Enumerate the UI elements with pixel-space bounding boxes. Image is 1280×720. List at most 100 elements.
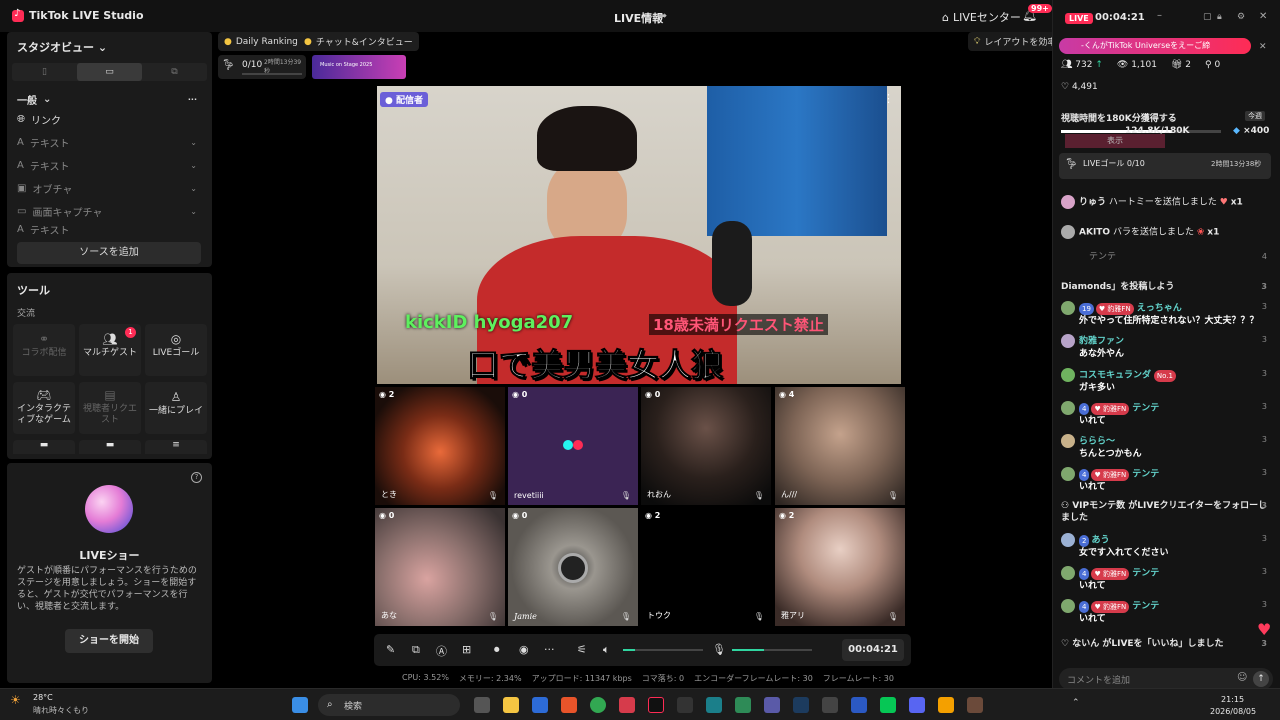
chat-line[interactable]: 2 あう 女です入れてください 3 bbox=[1061, 533, 1271, 559]
split-icon[interactable]: ⧉ bbox=[142, 63, 207, 81]
mic-icon[interactable]: 🎙︎ bbox=[712, 643, 726, 656]
chevron-down-icon[interactable]: ⌄ bbox=[190, 138, 197, 147]
search-box[interactable]: ⌕ 検索 bbox=[318, 694, 460, 716]
chevron-down-icon[interactable]: ⌄ bbox=[190, 184, 197, 193]
share-icon[interactable]: ➦ bbox=[658, 9, 667, 22]
help-icon[interactable]: ? bbox=[191, 472, 202, 483]
volume-icon[interactable]: 🔈︎ bbox=[603, 643, 610, 657]
guest-tile[interactable]: ◉ 2 とき 🎙︎ bbox=[375, 387, 505, 505]
tiktok-icon[interactable] bbox=[648, 697, 664, 713]
more-icon[interactable]: ··· bbox=[544, 643, 555, 656]
more-vertical-icon[interactable]: ⋮ bbox=[883, 92, 894, 105]
app-icon[interactable] bbox=[677, 697, 693, 713]
magic-wand-icon[interactable]: ✎ bbox=[386, 643, 395, 656]
lock-icon[interactable]: 🔒︎ bbox=[1217, 12, 1222, 22]
source-screen-capture[interactable]: ▭ 画面キャプチャ ⌄ bbox=[17, 204, 197, 219]
target-icon[interactable]: ◉ bbox=[519, 643, 529, 656]
app-icon[interactable] bbox=[764, 697, 780, 713]
windows-start-icon[interactable] bbox=[292, 697, 308, 713]
portrait-icon[interactable]: ▯ bbox=[12, 63, 77, 81]
send-icon[interactable]: ↑ bbox=[1253, 671, 1269, 687]
host-video[interactable]: ● 配信者 ⋮ kickID hyoga207 18歳未満リクエスト禁止 口で美… bbox=[377, 86, 901, 384]
chat-line[interactable]: 豹雅ファン あな外やん 3 bbox=[1061, 334, 1271, 360]
add-source-button[interactable]: ソースを追加 bbox=[17, 242, 201, 264]
source-link[interactable]: 🌐︎ リンク bbox=[17, 112, 197, 127]
viewers-count[interactable]: 👥︎ 732 ↑ bbox=[1061, 60, 1103, 70]
chat-line[interactable]: 4 ♥ 豹雅FN テンテ いれて 3 bbox=[1061, 467, 1271, 493]
close-icon[interactable]: ✕ bbox=[1259, 11, 1267, 22]
chevron-down-icon[interactable]: ⌄ bbox=[190, 161, 197, 170]
more-tile-2[interactable]: ▬ bbox=[79, 440, 141, 454]
app-icon[interactable] bbox=[822, 697, 838, 713]
likes-count[interactable]: ♡ 4,491 bbox=[1061, 82, 1098, 92]
multi-guest-tile[interactable]: 👥︎ マルチゲスト 1 bbox=[79, 324, 141, 376]
guest-tile[interactable]: ◉ 0 れおん 🎙︎ bbox=[641, 387, 771, 505]
viewer-request-tile[interactable]: ▤ 視聴者リクエスト bbox=[79, 382, 141, 434]
equalizer-icon[interactable]: ⚟ bbox=[577, 643, 587, 656]
live-info-button[interactable]: LIVE情報 bbox=[614, 10, 663, 26]
chat-gift-line[interactable]: りゅう ハートミーを送信しました ♥ x1 bbox=[1061, 195, 1271, 209]
chat-line[interactable]: 4 ♥ 豹雅FN テンテ いれて 3 bbox=[1061, 599, 1271, 625]
tray-chevron-icon[interactable]: ⌃ bbox=[1072, 698, 1080, 708]
add-scene-icon[interactable]: ⊞ bbox=[462, 643, 471, 656]
source-text-3[interactable]: A テキスト bbox=[17, 225, 197, 234]
app-icon[interactable] bbox=[735, 697, 751, 713]
shares-count[interactable]: ⚲ 0 bbox=[1205, 60, 1220, 70]
chat-line[interactable]: コスモキュランダ No.1 ガキ多い 3 bbox=[1061, 368, 1271, 394]
mic-icon[interactable]: 🎙︎ bbox=[754, 612, 764, 621]
volume-slider[interactable] bbox=[623, 649, 703, 651]
landscape-icon[interactable]: ▭ bbox=[77, 63, 142, 81]
more-tile-3[interactable]: ≡ bbox=[145, 440, 207, 454]
chat-gift-line[interactable]: AKITO バラを送信しました ❀ x1 bbox=[1061, 225, 1271, 239]
guest-tile[interactable]: ◉ 0 あな 🎙︎ bbox=[375, 508, 505, 626]
gifts-count[interactable]: 🎁︎ 2 bbox=[1171, 60, 1191, 70]
chat-interview-button[interactable]: ● チャット&インタビュー bbox=[298, 32, 419, 51]
live-center-button[interactable]: ⌂ LIVEセンター bbox=[942, 9, 1021, 25]
start-show-button[interactable]: ショーを開始 bbox=[65, 629, 153, 653]
comment-input[interactable]: コメントを追加 ☺ ↑ bbox=[1059, 668, 1273, 690]
app-icon[interactable] bbox=[706, 697, 722, 713]
chevron-down-icon[interactable]: ⌄ bbox=[190, 207, 197, 216]
mic-slider[interactable] bbox=[732, 649, 812, 651]
general-section[interactable]: 一般 ⌄ ··· bbox=[17, 92, 197, 107]
more-tile-1[interactable]: ▬ bbox=[13, 440, 75, 454]
file-explorer-icon[interactable] bbox=[503, 697, 519, 713]
music-on-stage-banner[interactable]: Music on Stage 2025 bbox=[312, 55, 406, 79]
collab-tile[interactable]: ⚭ コラボ配信 bbox=[13, 324, 75, 376]
show-button[interactable]: 表示 bbox=[1065, 134, 1165, 148]
emoji-icon[interactable]: ☺ bbox=[1237, 672, 1247, 683]
goal-mini-card[interactable]: 🦩︎ 0/10 2時間13分39秒 bbox=[218, 55, 306, 79]
store-icon[interactable] bbox=[532, 697, 548, 713]
mic-icon[interactable]: 🎙︎ bbox=[888, 491, 898, 500]
gear-icon[interactable]: ⚙ bbox=[1237, 12, 1245, 22]
play-together-tile[interactable]: ♙ 一緒にプレイ bbox=[145, 382, 207, 434]
guest-tile[interactable]: ◉ 2 トウク 🎙︎ bbox=[641, 508, 771, 626]
chat-line[interactable]: 4 ♥ 豹雅FN テンテ いれて 3 bbox=[1061, 566, 1271, 592]
more-icon[interactable]: ··· bbox=[188, 95, 197, 104]
mic-icon[interactable]: 🎙︎ bbox=[621, 612, 631, 621]
chat-line[interactable]: 4 ♥ 豹雅FN テンテ いれて 3 bbox=[1061, 401, 1271, 427]
guest-tile[interactable]: ◉ 0 revetiiii 🎙︎ bbox=[508, 387, 638, 505]
source-text-2[interactable]: A テキスト ⌄ bbox=[17, 158, 197, 173]
layout-tip[interactable]: 💡︎ レイアウトを効率 bbox=[968, 32, 1063, 51]
studio-view-title[interactable]: スタジオビュー ⌄ bbox=[17, 39, 107, 55]
window-icon[interactable]: ▢ bbox=[1203, 12, 1212, 22]
line-icon[interactable] bbox=[880, 697, 896, 713]
close-icon[interactable]: ✕ bbox=[1259, 42, 1267, 52]
interactive-game-tile[interactable]: 🎮︎ インタラクティブなゲーム bbox=[13, 382, 75, 434]
mic-icon[interactable]: 🎙︎ bbox=[488, 491, 498, 500]
chat-line[interactable]: 19 ♥ 豹雅FN えっちゃん 外でやって住所特定されない？大丈夫？？？ 3 bbox=[1061, 301, 1271, 327]
chat-follow-line[interactable]: ⚇ VIPモンテ数 がLIVEクリエイターをフォローしました 3 bbox=[1061, 500, 1271, 524]
app-icon[interactable] bbox=[967, 697, 983, 713]
task-view-icon[interactable] bbox=[474, 697, 490, 713]
universe-banner[interactable]: -くんがTikTok Universeをえーご締 bbox=[1059, 38, 1251, 54]
guest-tile[interactable]: ◉ 0 Jamie 🎙︎ bbox=[508, 508, 638, 626]
effects-icon[interactable]: ⧉ bbox=[412, 643, 420, 657]
minimize-icon[interactable]: – bbox=[1157, 10, 1162, 21]
live-goal-tile[interactable]: ◎ LIVEゴール bbox=[145, 324, 207, 376]
mic-icon[interactable]: 🎙︎ bbox=[754, 491, 764, 500]
source-object[interactable]: ▣ オブチャ ⌄ bbox=[17, 181, 197, 196]
record-icon[interactable]: ⏺ bbox=[494, 643, 500, 657]
ai-icon[interactable]: Ⓐ bbox=[436, 643, 447, 659]
orientation-toggle[interactable]: ▯ ▭ ⧉ bbox=[12, 63, 207, 81]
